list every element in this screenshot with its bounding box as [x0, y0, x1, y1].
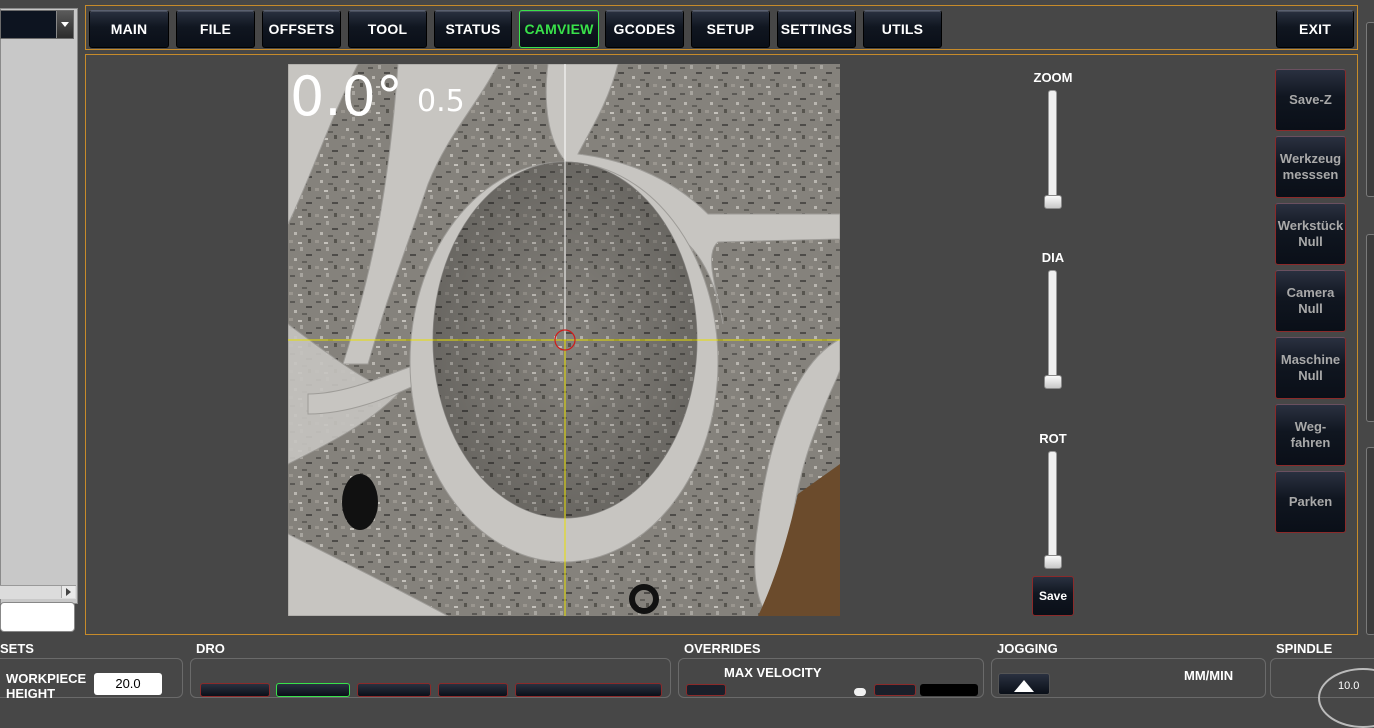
tab-main[interactable]: MAIN: [89, 10, 169, 48]
exit-button[interactable]: EXIT: [1276, 10, 1354, 48]
camera-view[interactable]: [288, 64, 840, 616]
jogging-section-title: JOGGING: [997, 641, 1058, 656]
rot-label: ROT: [1039, 431, 1067, 446]
tab-file[interactable]: FILE: [176, 10, 255, 48]
overrides-section-title: OVERRIDES: [684, 641, 761, 656]
max-velocity-value: [920, 684, 978, 696]
max-velocity-slider-handle[interactable]: [854, 688, 866, 696]
scroll-right-icon[interactable]: [61, 586, 75, 598]
save-settings-button[interactable]: Save: [1032, 576, 1074, 616]
max-velocity-label: MAX VELOCITY: [724, 665, 822, 680]
dro-button-2[interactable]: [276, 683, 350, 697]
file-browser-panel[interactable]: [0, 8, 78, 604]
dro-button-1[interactable]: [200, 683, 270, 697]
edge-panel-top: [1366, 22, 1374, 197]
filter-input[interactable]: [0, 602, 75, 632]
edge-panel-middle: [1366, 234, 1374, 422]
tab-camview[interactable]: CAMVIEW: [519, 10, 599, 48]
max-velocity-minus-button[interactable]: [686, 684, 726, 696]
dro-button-4[interactable]: [438, 683, 508, 697]
jog-up-arrow-icon[interactable]: [998, 673, 1050, 695]
rot-slider[interactable]: [1048, 451, 1057, 569]
zoom-slider-handle[interactable]: [1044, 195, 1062, 209]
park-button[interactable]: Parken: [1275, 471, 1346, 533]
tab-utils[interactable]: UTILS: [863, 10, 942, 48]
offsets-section-title: SETS: [0, 641, 34, 656]
tab-offsets[interactable]: OFFSETS: [262, 10, 341, 48]
camera-angle-readout: 0.0°: [290, 65, 403, 128]
dro-section-title: DRO: [196, 641, 225, 656]
tab-gcodes[interactable]: GCODES: [605, 10, 684, 48]
tab-tool[interactable]: TOOL: [348, 10, 427, 48]
workpiece-height-field[interactable]: 20.0: [94, 673, 162, 695]
chevron-down-icon[interactable]: [56, 11, 73, 38]
dia-slider[interactable]: [1048, 270, 1057, 388]
machine-zero-button[interactable]: Maschine Null: [1275, 337, 1346, 399]
zoom-label: ZOOM: [1033, 70, 1073, 85]
tab-status[interactable]: STATUS: [434, 10, 512, 48]
camera-zero-button[interactable]: Camera Null: [1275, 270, 1346, 332]
measure-tool-button[interactable]: Werkzeug messsen: [1275, 136, 1346, 198]
workpiece-zero-button[interactable]: Werkstück Null: [1275, 203, 1346, 265]
workpiece-height-label: WORKPIECE HEIGHT: [6, 671, 87, 701]
save-z-button[interactable]: Save-Z: [1275, 69, 1346, 131]
move-away-button[interactable]: Weg- fahren: [1275, 404, 1346, 466]
spindle-section-title: SPINDLE: [1276, 641, 1333, 656]
camera-image: [288, 64, 840, 616]
zoom-slider[interactable]: [1048, 90, 1057, 208]
rot-slider-handle[interactable]: [1044, 555, 1062, 569]
tab-setup[interactable]: SETUP: [691, 10, 770, 48]
dro-button-5[interactable]: [515, 683, 662, 697]
edge-panel-bottom: [1366, 447, 1374, 635]
dro-button-3[interactable]: [357, 683, 431, 697]
dia-label: DIA: [1041, 250, 1065, 265]
camera-scale-readout: 0.5: [417, 84, 465, 119]
dia-slider-handle[interactable]: [1044, 375, 1062, 389]
jog-units-label: MM/MIN: [1184, 668, 1234, 683]
spindle-gauge-value: 10.0: [1338, 680, 1360, 692]
max-velocity-plus-button[interactable]: [874, 684, 916, 696]
tab-settings[interactable]: SETTINGS: [777, 10, 856, 48]
